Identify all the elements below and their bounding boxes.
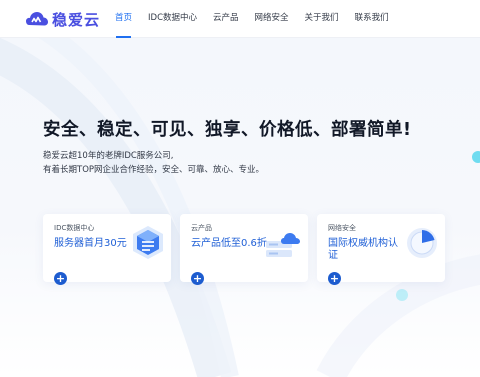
card-plus-button[interactable]: + (328, 272, 341, 285)
main-nav: 首页 IDC数据中心 云产品 网络安全 关于我们 联系我们 (107, 0, 397, 38)
card-tag: 云产品 (191, 224, 212, 232)
hero-subtitle-2: 有着长期TOP网企业合作经验，安全、可靠、放心、专业。 (43, 165, 265, 175)
card-cloud[interactable]: 云产品 云产品低至0.6折 + (180, 214, 308, 285)
nav-contact[interactable]: 联系我们 (347, 0, 397, 38)
top-header: 稳爱云 首页 IDC数据中心 云产品 网络安全 关于我们 联系我们 (0, 0, 480, 38)
hero-subtitle-1: 稳爱云超10年的老牌IDC服务公司, (43, 151, 174, 161)
nav-about[interactable]: 关于我们 (297, 0, 347, 38)
card-security[interactable]: 网络安全 国际权威机构认证 + (317, 214, 445, 285)
nav-cloud[interactable]: 云产品 (205, 0, 247, 38)
card-idc[interactable]: IDC数据中心 服务器首月30元 + (43, 214, 171, 285)
card-tag: IDC数据中心 (54, 224, 95, 232)
card-title: 云产品低至0.6折 (191, 238, 267, 249)
card-tag: 网络安全 (328, 224, 356, 232)
nav-home[interactable]: 首页 (107, 0, 140, 38)
logo-text: 稳爱云 (52, 10, 101, 29)
logo-icon (26, 12, 48, 26)
hero-background (0, 38, 480, 377)
hero-headline: 安全、稳定、可见、独享、价格低、部署简单! (43, 120, 412, 140)
security-pie-icon (407, 228, 437, 258)
brand-logo[interactable]: 稳爱云 (26, 6, 100, 32)
decor-dot-small (396, 289, 408, 301)
cloud-server-icon (266, 233, 300, 257)
card-plus-button[interactable]: + (54, 272, 67, 285)
decor-dot-right (472, 151, 480, 163)
server-cube-icon (133, 226, 163, 259)
card-title: 服务器首月30元 (54, 238, 127, 249)
nav-security[interactable]: 网络安全 (247, 0, 297, 38)
card-title: 国际权威机构认证 (328, 238, 398, 261)
card-plus-button[interactable]: + (191, 272, 204, 285)
hero-decoration (0, 38, 480, 377)
nav-idc[interactable]: IDC数据中心 (140, 0, 205, 38)
